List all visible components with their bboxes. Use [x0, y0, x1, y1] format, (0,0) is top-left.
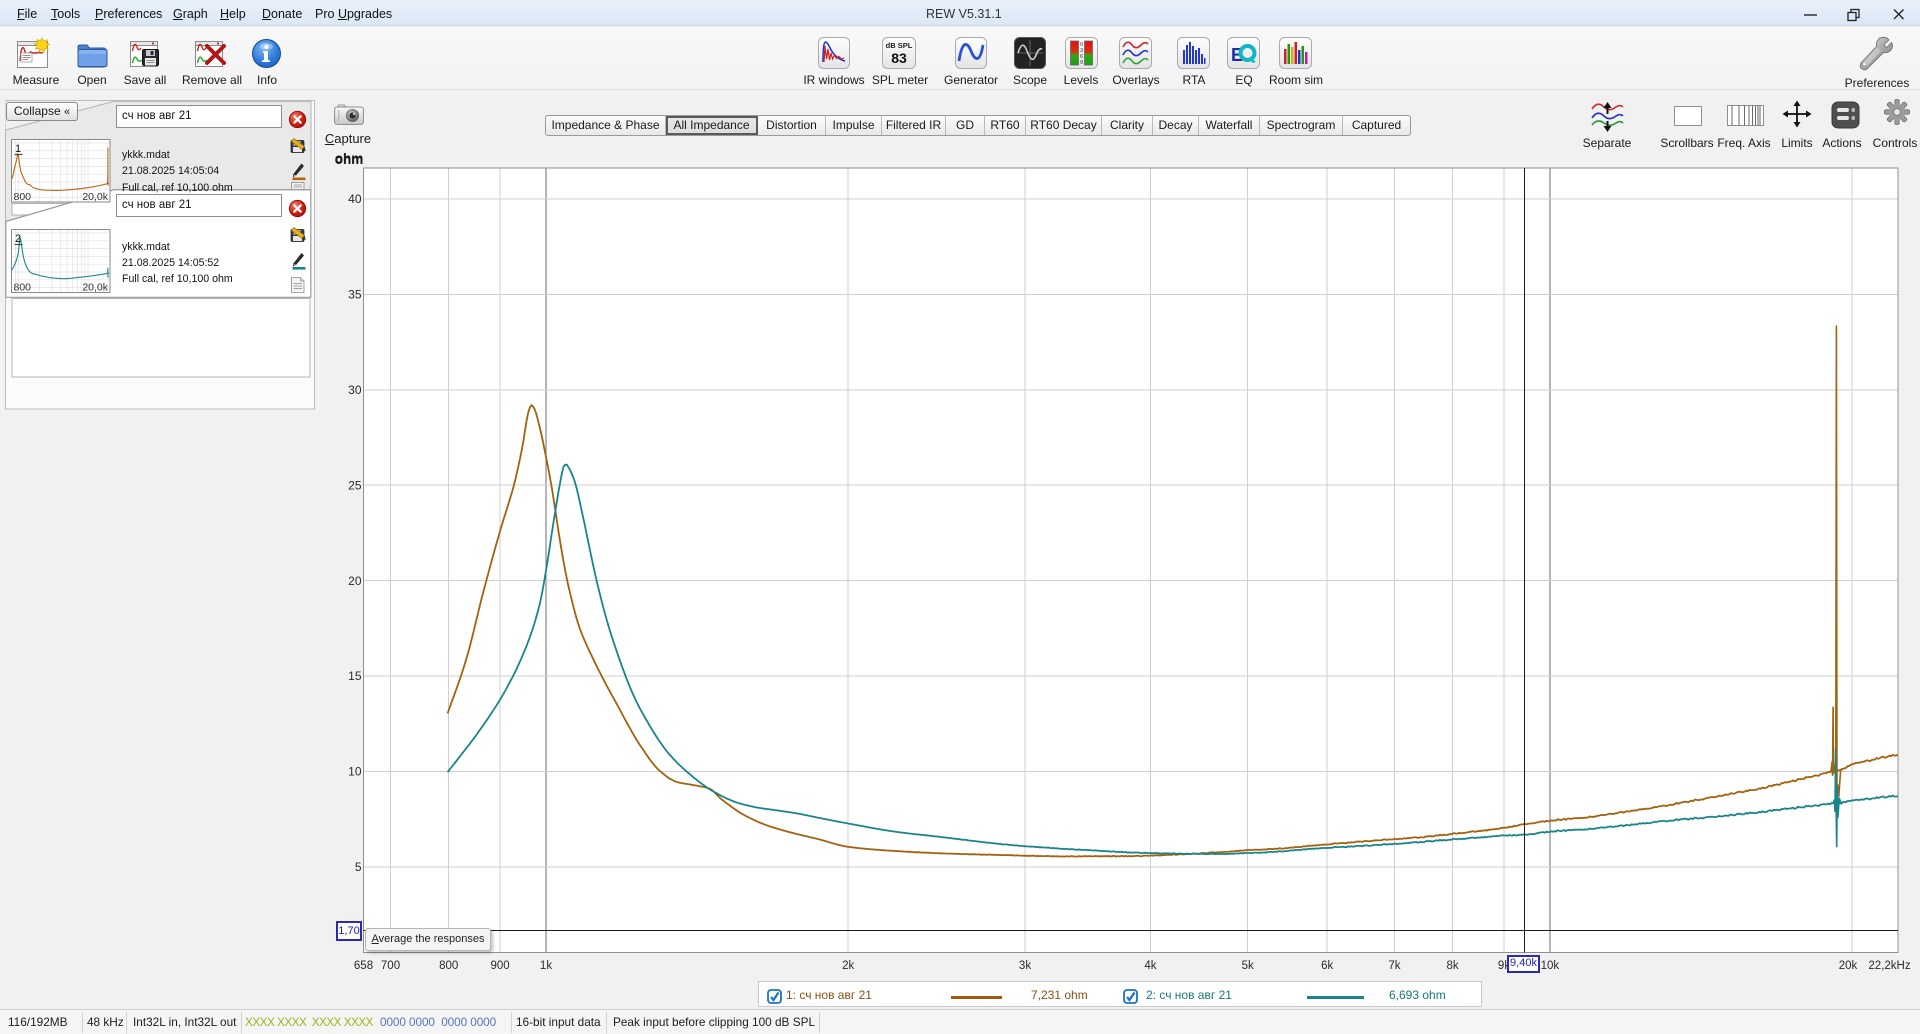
svg-text:22,2kHz: 22,2kHz: [1868, 960, 1910, 972]
svg-text:20k: 20k: [1839, 960, 1858, 972]
svg-text:3k: 3k: [1019, 960, 1031, 972]
svg-text:5: 5: [355, 860, 362, 874]
svg-text:35: 35: [348, 288, 362, 302]
svg-text:15: 15: [348, 669, 362, 683]
svg-text:10k: 10k: [1541, 960, 1560, 972]
svg-text:ohm: ohm: [335, 152, 364, 167]
svg-text:4k: 4k: [1144, 960, 1156, 972]
svg-text:900: 900: [491, 960, 510, 972]
svg-text:30: 30: [348, 383, 362, 397]
svg-text:800: 800: [14, 191, 32, 203]
svg-text:25: 25: [348, 478, 362, 492]
svg-text:dB SPL: dB SPL: [886, 41, 913, 50]
svg-text:20,0k: 20,0k: [82, 282, 108, 294]
svg-text:20,0k: 20,0k: [82, 191, 108, 203]
svg-text:658: 658: [354, 960, 373, 972]
svg-text:6k: 6k: [1321, 960, 1333, 972]
svg-text:8k: 8k: [1447, 960, 1459, 972]
svg-text:9: 9: [1080, 60, 1083, 66]
svg-text:2k: 2k: [842, 960, 854, 972]
svg-text:2: 2: [15, 233, 21, 245]
svg-text:20: 20: [348, 574, 362, 588]
svg-text:700: 700: [381, 960, 400, 972]
svg-text:1k: 1k: [540, 960, 552, 972]
svg-text:10: 10: [348, 765, 362, 779]
svg-text:40: 40: [348, 192, 362, 206]
svg-text:5k: 5k: [1242, 960, 1254, 972]
svg-text:1: 1: [15, 143, 21, 155]
svg-text:83: 83: [891, 50, 907, 66]
svg-text:800: 800: [439, 960, 458, 972]
svg-text:800: 800: [14, 282, 32, 294]
svg-text:7k: 7k: [1388, 960, 1400, 972]
